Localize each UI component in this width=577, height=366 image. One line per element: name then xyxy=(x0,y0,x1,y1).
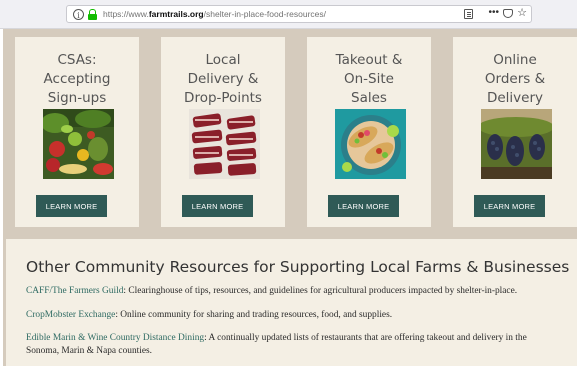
list-item: CropMobster Exchange: Online community f… xyxy=(26,309,556,322)
learn-more-button-takeout[interactable]: LEARN MORE xyxy=(328,195,399,217)
vegetable-basket-photo xyxy=(43,109,114,179)
resources-section: Other Community Resources for Supporting… xyxy=(6,239,577,366)
list-item: Edible Marin & Wine Country Distance Din… xyxy=(26,332,556,358)
meat-cuts-photo xyxy=(189,109,260,179)
card-title: Takeout & On-Site Sales xyxy=(335,52,403,106)
bookmark-star-icon[interactable]: ☆ xyxy=(517,6,527,19)
list-item: CAFF/The Farmers Guild: Clearinghouse of… xyxy=(26,285,556,298)
info-icon[interactable]: i xyxy=(73,8,84,20)
learn-more-button-local-delivery[interactable]: LEARN MORE xyxy=(182,195,253,217)
reader-view-icon[interactable] xyxy=(464,9,473,19)
card-title: Online Orders & Delivery xyxy=(484,52,546,106)
grape-vineyard-photo xyxy=(481,109,552,179)
card-csas: CSAs: Accepting Sign-ups LEARN MORE xyxy=(15,37,139,227)
resource-link-cropmobster[interactable]: CropMobster Exchange xyxy=(26,310,115,320)
tacos-plate-photo xyxy=(335,109,406,179)
browser-toolbar: i https://www.farmtrails.org/shelter-in-… xyxy=(0,0,577,29)
resource-link-edible-marin[interactable]: Edible Marin & Wine Country Distance Din… xyxy=(26,333,204,343)
address-bar[interactable]: i https://www.farmtrails.org/shelter-in-… xyxy=(66,5,532,23)
card-local-delivery: Local Delivery & Drop-Points LEARN MORE xyxy=(161,37,285,227)
url-text[interactable]: https://www.farmtrails.org/shelter-in-pl… xyxy=(103,9,326,19)
card-online-orders: Online Orders & Delivery LEARN MORE xyxy=(453,37,577,227)
resources-heading: Other Community Resources for Supporting… xyxy=(26,258,570,276)
resource-description: : Clearinghouse of tips, resources, and … xyxy=(123,286,518,296)
learn-more-button-online-orders[interactable]: LEARN MORE xyxy=(474,195,545,217)
page-content: CSAs: Accepting Sign-ups LEARN MORE Loca… xyxy=(3,29,577,366)
resource-link-caff[interactable]: CAFF/The Farmers Guild xyxy=(26,286,123,296)
learn-more-button-csas[interactable]: LEARN MORE xyxy=(36,195,107,217)
pocket-icon[interactable] xyxy=(503,9,513,18)
card-title: CSAs: Accepting Sign-ups xyxy=(43,52,111,106)
card-takeout: Takeout & On-Site Sales LEARN MORE xyxy=(307,37,431,227)
lock-icon[interactable] xyxy=(88,8,97,20)
card-title: Local Delivery & Drop-Points xyxy=(184,52,262,106)
resource-description: : Online community for sharing and tradi… xyxy=(115,310,393,320)
page-actions-icon[interactable]: ••• xyxy=(488,7,499,18)
